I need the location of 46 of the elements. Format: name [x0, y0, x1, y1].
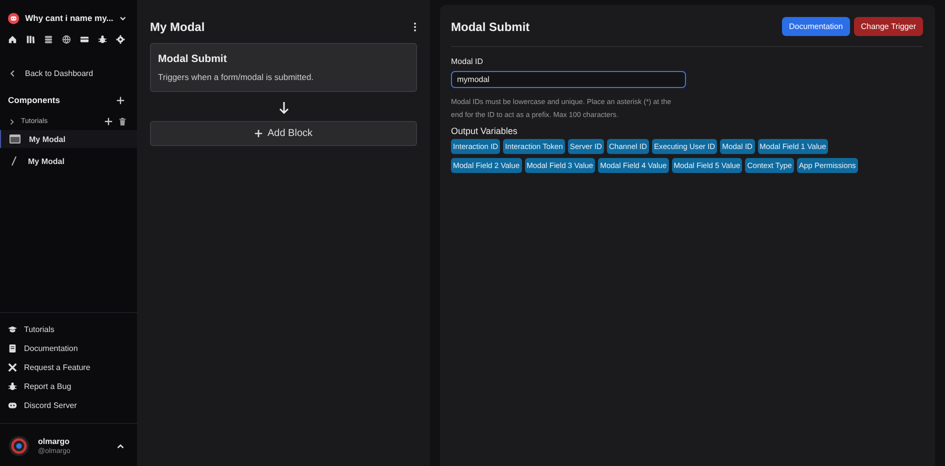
- footer-link[interactable]: Documentation: [8, 344, 129, 353]
- bug-icon: [8, 382, 17, 391]
- tools-icon: [8, 363, 17, 372]
- user-name: olmargo: [38, 437, 71, 446]
- field-label: Modal ID: [451, 57, 484, 66]
- trigger-title: Modal Submit: [158, 53, 228, 65]
- chevron-left-icon: [8, 69, 17, 78]
- footer-link[interactable]: Report a Bug: [8, 382, 129, 391]
- chevron-up-icon[interactable]: [116, 442, 125, 450]
- graduation-cap-icon: [8, 325, 17, 334]
- plus-icon[interactable]: [116, 96, 125, 104]
- globe-icon[interactable]: [62, 35, 71, 44]
- modal-id-input[interactable]: mymodal: [451, 71, 686, 88]
- trigger-description: Triggers when a form/modal is submitted.: [158, 72, 315, 82]
- settings-icon[interactable]: [116, 35, 125, 44]
- footer-link[interactable]: Discord Server: [8, 401, 129, 410]
- trash-icon[interactable]: [118, 117, 127, 126]
- window-icon: [9, 134, 21, 144]
- database-icon[interactable]: [44, 35, 53, 44]
- card-icon[interactable]: [80, 35, 89, 44]
- bug-icon[interactable]: [98, 35, 107, 44]
- avatar-icon: [9, 436, 29, 456]
- chevron-right-icon[interactable]: [8, 118, 16, 126]
- footer-link[interactable]: Tutorials: [8, 325, 129, 334]
- home-icon[interactable]: [8, 35, 17, 44]
- flow-title: My Modal: [150, 20, 205, 34]
- change-trigger-button[interactable]: Change Trigger: [854, 17, 923, 36]
- details-title: Modal Submit: [451, 20, 531, 34]
- books-icon[interactable]: [26, 35, 35, 44]
- discord-logo-icon: [8, 12, 20, 24]
- plus-icon[interactable]: [104, 117, 113, 126]
- plus-icon: [254, 129, 264, 138]
- trigger-block[interactable]: Modal Submit Triggers when a form/modal is submitted.: [150, 43, 417, 92]
- sidebar-item[interactable]: My Modal: [0, 130, 137, 148]
- add-block-button[interactable]: Add Block: [150, 121, 417, 146]
- book-icon: [8, 344, 17, 353]
- documentation-button[interactable]: Documentation: [782, 17, 850, 36]
- footer-link[interactable]: Request a Feature: [8, 363, 129, 372]
- discord-icon: [8, 401, 17, 410]
- components-heading: Components: [8, 95, 60, 105]
- back-to-dashboard-link[interactable]: Back to Dashboard: [0, 44, 137, 78]
- more-options-icon[interactable]: [413, 22, 417, 32]
- output-variables-heading: Output Variables: [451, 126, 518, 136]
- app-name: Why cant i name my...: [25, 13, 114, 23]
- arrow-down-icon: [278, 101, 290, 115]
- sidebar-item[interactable]: My Modal: [0, 152, 137, 170]
